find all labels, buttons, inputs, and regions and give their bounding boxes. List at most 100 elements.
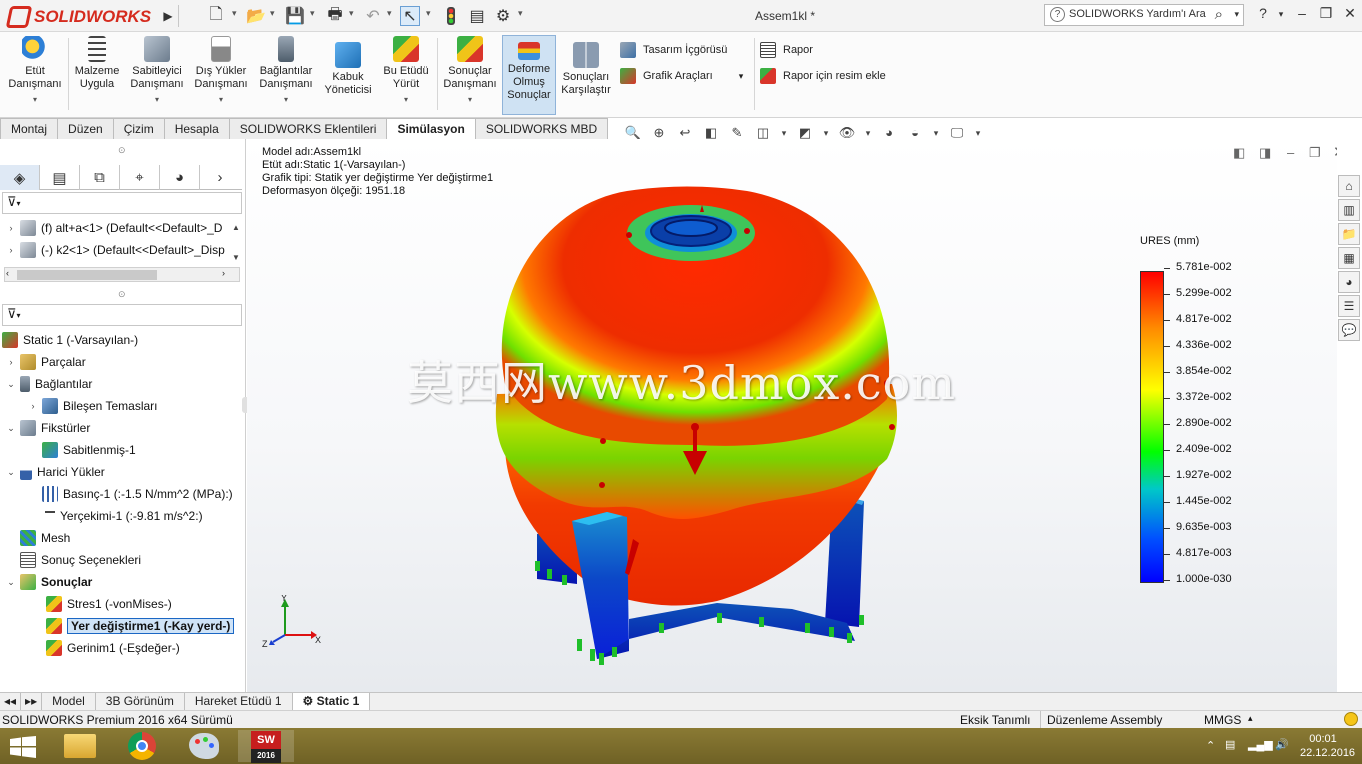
restore-icon[interactable]: ❐ <box>1315 5 1337 25</box>
plot-tools-button[interactable]: Grafik Araçları ▾ <box>620 68 743 84</box>
forum-icon[interactable]: 💬 <box>1338 319 1360 341</box>
solidworks-logo[interactable]: SOLIDWORKS <box>5 5 158 29</box>
help-dropdown-icon[interactable]: ▾ <box>1270 9 1292 29</box>
tree-item-pressure-1[interactable]: Basınç-1 (:-1.5 N/mm^2 (MPa):) <box>0 483 244 505</box>
report-button[interactable]: Rapor <box>760 42 813 58</box>
simulation-filter-input[interactable]: ⊽▾ <box>2 304 242 326</box>
signal-tray-icon[interactable]: ▂▄▆ <box>1248 738 1273 751</box>
show-hidden-icons-icon[interactable]: ⌃ <box>1206 739 1215 752</box>
rebuild-traffic-light-icon[interactable] <box>441 6 461 26</box>
scroll-right-icon[interactable]: › <box>222 268 225 278</box>
view-palette-icon[interactable]: ▦ <box>1338 247 1360 269</box>
horizontal-scrollbar[interactable]: ‹ › <box>4 267 240 282</box>
compare-results-button[interactable]: Sonuçları Karşılaştır <box>558 42 614 97</box>
tree-item-results[interactable]: ⌄ Sonuçlar <box>0 571 244 593</box>
chrome-app-icon[interactable] <box>114 730 170 762</box>
tree-item-study[interactable]: Static 1 (-Varsayılan-) <box>0 329 244 351</box>
volume-tray-icon[interactable]: 🔊 <box>1275 738 1289 751</box>
results-advisor-button[interactable]: Sonuçlar Danışmanı ▾ <box>440 36 500 106</box>
file-explorer-icon[interactable]: 📁 <box>1338 223 1360 245</box>
network-tray-icon[interactable]: ▤ <box>1225 738 1235 751</box>
run-study-button[interactable]: Bu Etüdü Yürüt ▾ <box>378 36 434 106</box>
print-dropdown-icon[interactable]: ▾ <box>349 8 354 19</box>
options-gear-icon[interactable]: ⚙ <box>493 6 513 26</box>
scroll-up-icon[interactable]: ▲ <box>232 223 240 232</box>
expand-arrow-icon[interactable]: › <box>4 223 18 233</box>
tree-item[interactable]: › (-) k2<1> (Default<<Default>_Disp <box>4 239 240 261</box>
tab-nav-last-icon[interactable]: ▸▸ <box>21 693 43 710</box>
tank-model-render[interactable] <box>247 139 1337 692</box>
home-icon[interactable]: ⌂ <box>1338 175 1360 197</box>
splitter-handle[interactable]: ⊙ <box>118 289 126 300</box>
tab-3d-views[interactable]: 3B Görünüm <box>96 693 185 710</box>
expand-menu-icon[interactable]: ▶ <box>158 6 178 26</box>
tree-item-displacement-1[interactable]: Yer değiştirme1 (-Kay yerd-) <box>0 615 244 637</box>
display-manager-tab-icon[interactable]: ◕ <box>160 165 200 190</box>
options-dropdown-icon[interactable]: ▾ <box>518 8 523 19</box>
tab-simulation[interactable]: Simülasyon <box>386 118 476 139</box>
deformed-result-button[interactable]: Deforme Olmuş Sonuçlar <box>502 35 556 115</box>
tree-item-fixed-1[interactable]: Sabitlenmiş-1 <box>0 439 244 461</box>
tree-item-connections[interactable]: ⌄ Bağlantılar <box>0 373 244 395</box>
tab-mbd[interactable]: SOLIDWORKS MBD <box>474 118 609 139</box>
unit-system-dropdown-icon[interactable]: ▴ <box>1248 713 1253 724</box>
apply-material-button[interactable]: Malzeme Uygula <box>70 36 124 91</box>
search-icon[interactable]: ⌕ <box>1215 6 1223 23</box>
external-loads-advisor-button[interactable]: Dış Yükler Danışmanı ▾ <box>190 36 252 106</box>
clock[interactable]: 00:01 22.12.2016 <box>1300 732 1355 760</box>
collapse-arrow-icon[interactable]: ⌄ <box>4 577 18 588</box>
search-dropdown-icon[interactable]: ▾ <box>1234 9 1239 20</box>
paint-app-icon[interactable] <box>176 730 232 762</box>
tree-item-external-loads[interactable]: ⌄ Harici Yükler <box>0 461 244 483</box>
scrollbar-thumb[interactable] <box>17 270 157 280</box>
splitter-handle[interactable]: ⊙ <box>118 145 126 156</box>
design-insight-button[interactable]: Tasarım İçgörüsü <box>620 42 727 58</box>
feature-filter-input[interactable]: ⊽▾ <box>2 192 242 214</box>
unit-system[interactable]: MMGS <box>1204 713 1241 727</box>
solidworks-app-icon[interactable]: SW 2016 <box>238 730 294 763</box>
save-dropdown-icon[interactable]: ▾ <box>310 8 315 19</box>
shell-manager-button[interactable]: Kabuk Yöneticisi <box>320 42 376 97</box>
tree-item-stress-1[interactable]: Stres1 (-vonMises-) <box>0 593 244 615</box>
connections-advisor-button[interactable]: Bağlantılar Danışmanı ▾ <box>254 36 318 106</box>
undo-dropdown-icon[interactable]: ▾ <box>387 8 392 19</box>
design-library-icon[interactable]: ▥ <box>1338 199 1360 221</box>
print-icon[interactable]: 🖶 <box>325 6 345 26</box>
file-explorer-app-icon[interactable] <box>52 730 108 762</box>
collapse-arrow-icon[interactable]: ⌄ <box>4 423 18 434</box>
tree-item-fixtures[interactable]: ⌄ Fikstürler <box>0 417 244 439</box>
filter-dropdown-icon[interactable]: ▾ <box>17 199 21 208</box>
tab-evaluate[interactable]: Hesapla <box>163 118 230 139</box>
save-icon[interactable]: 💾 <box>285 6 305 26</box>
tree-item-gravity-1[interactable]: Yerçekimi-1 (:-9.81 m/s^2:) <box>0 505 244 527</box>
filter-dropdown-icon[interactable]: ▾ <box>17 311 21 320</box>
tree-item[interactable]: › (f) alt+a<1> (Default<<Default>_D <box>4 217 240 239</box>
include-image-button[interactable]: Rapor için resim ekle <box>760 68 886 84</box>
tab-addins[interactable]: SOLIDWORKS Eklentileri <box>228 118 388 139</box>
tree-item-result-options[interactable]: Sonuç Seçenekleri <box>0 549 244 571</box>
notification-icon[interactable] <box>1344 712 1358 726</box>
expand-arrow-icon[interactable]: › <box>4 245 18 255</box>
undo-icon[interactable]: ↶ <box>363 6 383 26</box>
close-icon[interactable]: ✕ <box>1339 5 1361 25</box>
tree-item-parts[interactable]: › Parçalar <box>0 351 244 373</box>
configuration-manager-tab-icon[interactable]: ⧉ <box>80 165 120 190</box>
file-properties-icon[interactable]: ▤ <box>467 6 487 26</box>
graphics-area[interactable]: Model adı:Assem1kl Etüt adı:Static 1(-Va… <box>247 139 1337 692</box>
expand-arrow-icon[interactable]: › <box>4 357 18 367</box>
help-search-input[interactable]: ? SOLIDWORKS Yardım'ı Ara ⌕ ▾ <box>1044 4 1244 26</box>
tab-assembly[interactable]: Montaj <box>0 118 59 139</box>
custom-properties-icon[interactable]: ☰ <box>1338 295 1360 317</box>
plot-tools-dropdown-icon[interactable]: ▾ <box>739 71 744 82</box>
appearances-icon[interactable]: ◕ <box>1338 271 1360 293</box>
study-advisor-button[interactable]: Etüt Danışmanı ▾ <box>4 36 66 106</box>
tab-motion-study[interactable]: Hareket Etüdü 1 <box>185 693 293 710</box>
tree-item-strain-1[interactable]: Gerinim1 (-Eşdeğer-) <box>0 637 244 659</box>
expand-arrow-icon[interactable]: › <box>26 401 40 411</box>
tab-sketch[interactable]: Çizim <box>112 118 165 139</box>
new-dropdown-icon[interactable]: ▾ <box>232 8 237 19</box>
tab-nav-first-icon[interactable]: ◂◂ <box>0 693 22 710</box>
tree-item-component-contacts[interactable]: › Bileşen Temasları <box>0 395 244 417</box>
select-cursor-icon[interactable]: ↖ <box>400 6 420 26</box>
property-manager-tab-icon[interactable]: ▤ <box>40 165 80 190</box>
